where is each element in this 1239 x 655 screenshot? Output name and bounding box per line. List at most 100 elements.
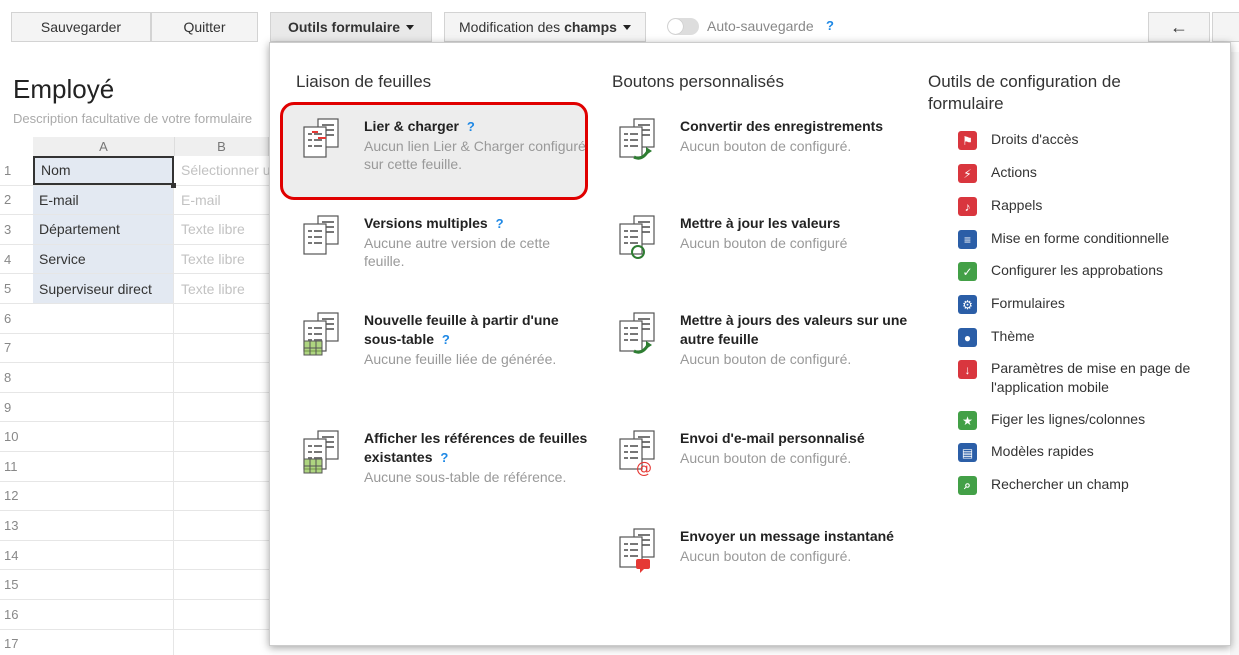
menu-item-subtitle: Aucune sous-table de référence. — [364, 469, 567, 485]
sheet-description[interactable]: Description facultative de votre formula… — [13, 111, 269, 126]
sheet-title[interactable]: Employé — [13, 74, 114, 105]
config-item-bell[interactable]: ♪ Rappels — [958, 196, 1218, 216]
table-row: 6 — [0, 304, 269, 334]
cell-a[interactable] — [33, 540, 174, 570]
buttons-section-title: Boutons personnalisés — [612, 72, 785, 91]
config-item-conditional-format[interactable]: ≡ Mise en forme conditionnelle — [958, 229, 1218, 249]
cell-b[interactable] — [175, 393, 269, 422]
row-number[interactable]: 9 — [0, 392, 33, 422]
config-item-mobile-layout[interactable]: ↓ Paramètres de mise en page de l'applica… — [958, 359, 1218, 397]
quit-label: Quitter — [183, 19, 226, 35]
cell-b[interactable] — [175, 511, 269, 540]
row-number[interactable]: 12 — [0, 481, 33, 511]
cell-a[interactable] — [33, 363, 174, 392]
config-item-pin[interactable]: ★ Figer les lignes/colonnes — [958, 410, 1218, 430]
form-tools-button[interactable]: Outils formulaire — [270, 12, 432, 42]
config-item-palette[interactable]: ● Thème — [958, 327, 1218, 347]
config-item-label: Rechercher un champ — [991, 476, 1129, 492]
cell-a[interactable] — [33, 392, 174, 422]
cell-b[interactable]: Texte libre — [175, 245, 269, 274]
cell-b[interactable] — [175, 541, 269, 570]
cell-b[interactable]: Texte libre — [175, 274, 269, 303]
table-row: 3 Département Texte libre — [0, 215, 269, 245]
row-number[interactable]: 7 — [0, 333, 33, 363]
extra-toolbar-button[interactable] — [1212, 12, 1239, 42]
cell-b[interactable] — [175, 334, 269, 363]
cell-a[interactable] — [33, 570, 174, 599]
cell-a[interactable] — [33, 304, 174, 333]
config-item-lightning[interactable]: ⚡ Actions — [958, 163, 1218, 183]
table-row: 5 Superviseur direct Texte libre — [0, 274, 269, 304]
row-number[interactable]: 8 — [0, 363, 33, 392]
sheet-right-edge — [1230, 52, 1239, 655]
save-label: Sauvegarder — [40, 19, 122, 35]
row-number[interactable]: 11 — [0, 452, 33, 481]
autosave-toggle[interactable] — [667, 18, 699, 35]
cell-a[interactable] — [33, 600, 174, 629]
cell-b[interactable] — [175, 422, 269, 451]
help-icon[interactable]: ? — [496, 216, 504, 231]
cell-b[interactable] — [175, 600, 269, 629]
menu-item-title: Envoyer un message instantané — [680, 528, 894, 544]
menu-item-subtitle: Aucun bouton de configuré. — [680, 138, 852, 154]
config-item-gear[interactable]: ⚙ Formulaires — [958, 294, 1218, 314]
row-number[interactable]: 15 — [0, 570, 33, 599]
quit-button[interactable]: Quitter — [151, 12, 258, 42]
row-number[interactable]: 5 — [0, 274, 33, 303]
field-edit-button[interactable]: Modification des champs — [444, 12, 646, 42]
cell-b[interactable] — [175, 304, 269, 333]
instant-message-icon — [616, 527, 664, 575]
cell-a[interactable] — [33, 481, 174, 511]
cell-a[interactable] — [33, 422, 174, 451]
row-number[interactable]: 16 — [0, 600, 33, 629]
row-number[interactable]: 1 — [0, 156, 33, 185]
table-row: 17 — [0, 629, 269, 655]
cell-b[interactable] — [175, 363, 269, 392]
help-icon[interactable]: ? — [442, 332, 450, 347]
cell-b[interactable] — [175, 452, 269, 481]
cell-b[interactable] — [175, 482, 269, 511]
cell-a[interactable] — [33, 333, 174, 363]
cell-a[interactable] — [33, 452, 174, 481]
cell-b[interactable]: E-mail — [175, 186, 269, 215]
help-icon[interactable]: ? — [440, 450, 448, 465]
row-number[interactable]: 4 — [0, 244, 33, 274]
row-number[interactable]: 17 — [0, 629, 33, 655]
row-number[interactable]: 6 — [0, 304, 33, 333]
cell-b[interactable] — [175, 630, 269, 655]
cell-b[interactable]: Sélectionner u — [175, 156, 269, 185]
help-icon[interactable]: ? — [467, 119, 475, 134]
cell-a[interactable]: Nom — [33, 156, 174, 185]
config-item-label: Modèles rapides — [991, 443, 1094, 459]
config-item-approval[interactable]: ✓ Configurer les approbations — [958, 261, 1218, 281]
cell-b[interactable]: Texte libre — [175, 215, 269, 244]
cell-a[interactable] — [33, 511, 174, 540]
config-item-label: Mise en forme conditionnelle — [991, 230, 1170, 246]
menu-item-title: Lier & charger ? — [364, 118, 475, 134]
config-item-search-field[interactable]: ⌕ Rechercher un champ — [958, 475, 1218, 495]
table-row: 7 — [0, 333, 269, 364]
pin-icon: ★ — [958, 411, 977, 430]
column-header-b[interactable]: B — [175, 137, 269, 156]
cell-a[interactable]: Superviseur direct — [33, 274, 174, 303]
column-header-a[interactable]: A — [33, 137, 175, 156]
row-number[interactable]: 13 — [0, 511, 33, 540]
table-row: 15 — [0, 570, 269, 600]
config-item-template[interactable]: ▤ Modèles rapides — [958, 442, 1218, 462]
convert-records-icon — [616, 117, 664, 165]
cell-a[interactable]: Département — [33, 215, 174, 244]
row-number[interactable]: 3 — [0, 215, 33, 244]
config-item-access-rights[interactable]: ⚑ Droits d'accès — [958, 130, 1218, 150]
menu-item-subtitle: Aucun lien Lier & Charger configuré sur … — [364, 138, 586, 172]
row-number[interactable]: 14 — [0, 540, 33, 570]
row-number[interactable]: 2 — [0, 185, 33, 215]
cell-a[interactable]: Service — [33, 244, 174, 274]
row-number[interactable]: 10 — [0, 422, 33, 451]
cell-b[interactable] — [175, 570, 269, 599]
selection-handle[interactable] — [171, 183, 176, 188]
cell-a[interactable]: E-mail — [33, 185, 174, 215]
cell-a[interactable] — [33, 629, 174, 655]
autosave-help-icon[interactable]: ? — [826, 18, 834, 33]
back-button[interactable]: ← — [1148, 12, 1210, 42]
save-button[interactable]: Sauvegarder — [11, 12, 151, 42]
